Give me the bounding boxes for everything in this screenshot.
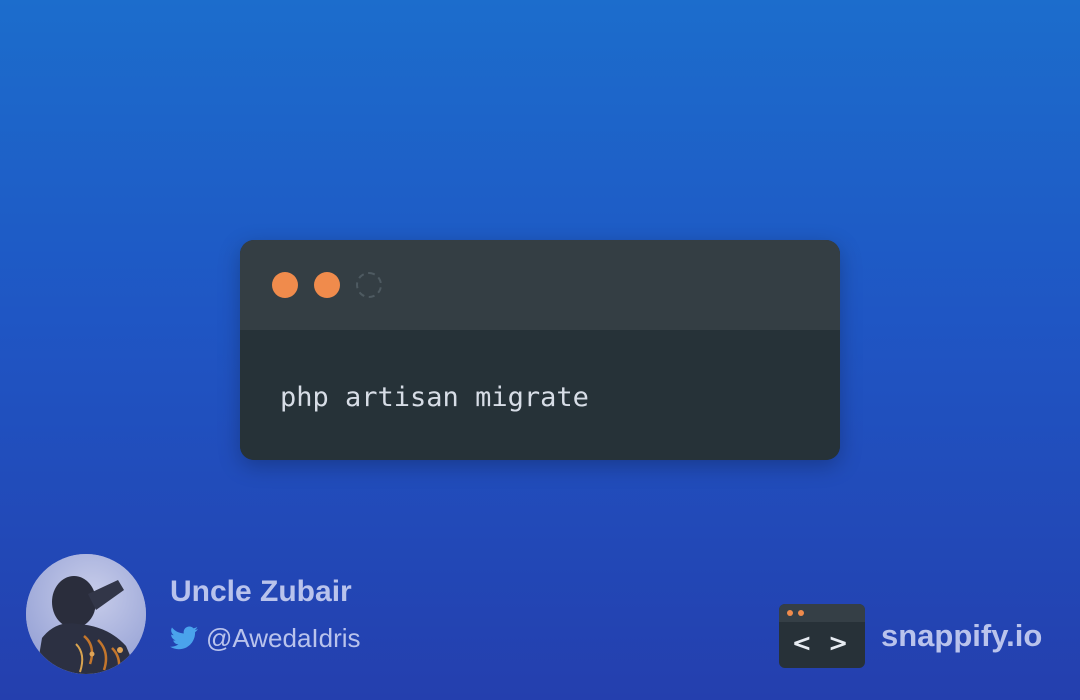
brand-name: snappify.io	[881, 618, 1043, 653]
logo-titlebar	[779, 604, 865, 622]
code-window: php artisan migrate	[240, 240, 840, 460]
logo-dot	[798, 610, 804, 616]
logo-dot	[787, 610, 793, 616]
author-handle: @AwedaIdris	[206, 623, 361, 653]
window-control-dot	[314, 272, 340, 298]
avatar-photo	[26, 554, 146, 674]
code-brackets-icon: < >	[791, 629, 853, 657]
snappify-logo: < >	[779, 604, 865, 668]
code-area: php artisan migrate	[240, 330, 840, 460]
twitter-bird-icon	[170, 626, 198, 650]
window-control-dot	[272, 272, 298, 298]
author-handle-row: @AwedaIdris	[170, 621, 361, 655]
code-line: php artisan migrate	[280, 382, 589, 413]
window-control-dot-outline	[356, 272, 382, 298]
window-titlebar	[240, 240, 840, 330]
author-name: Uncle Zubair	[170, 575, 352, 608]
avatar	[26, 554, 146, 674]
